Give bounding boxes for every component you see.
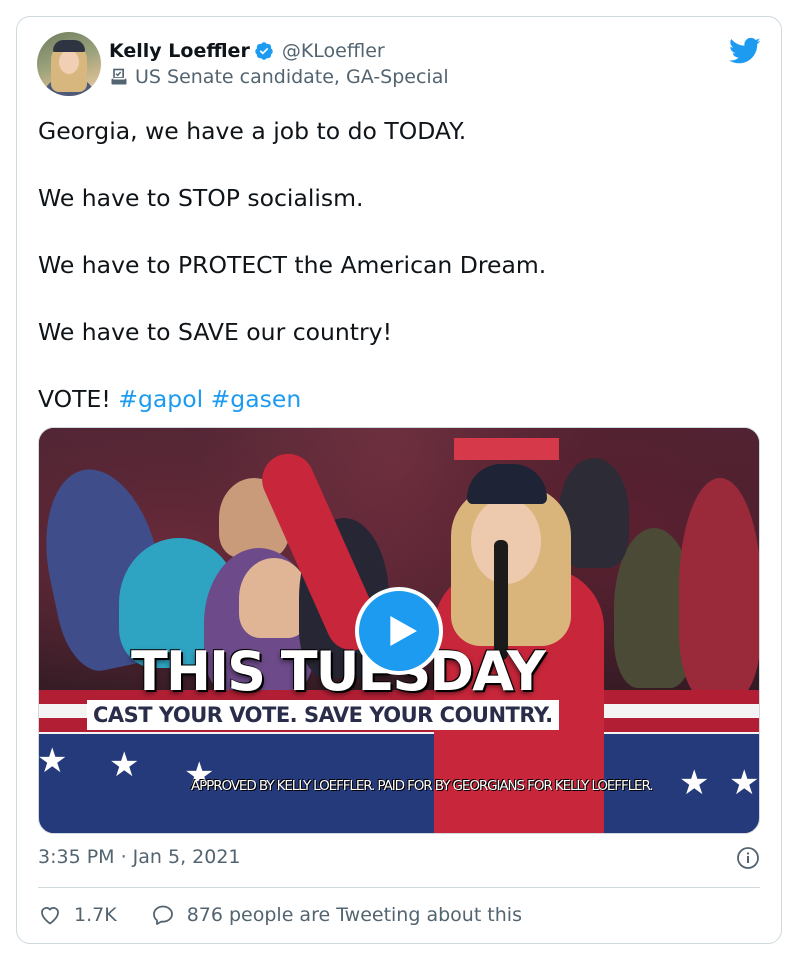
crowd-figure: [679, 478, 759, 698]
tweet-paragraph: We have to STOP socialism.: [38, 184, 364, 212]
video-overlay-subtitle: CAST YOUR VOTE. SAVE YOUR COUNTRY.: [87, 700, 559, 730]
author-label: US Senate candidate, GA-Special: [135, 66, 449, 88]
ballot-box-icon: [111, 68, 127, 85]
star-icon: ★: [679, 763, 710, 803]
heart-icon: [41, 907, 59, 925]
tweet-paragraph: Georgia, we have a job to do TODAY.: [38, 117, 467, 145]
star-icon: ★: [109, 745, 140, 785]
engagement-bar: 1.7K 876 people are Tweeting about this: [38, 902, 522, 928]
author-row: Kelly Loeffler @KLoeffler: [109, 39, 385, 63]
play-icon: [390, 616, 417, 646]
video-overlay-title: THIS TUESDAY: [131, 640, 546, 703]
vote-text: VOTE!: [38, 385, 111, 413]
like-button[interactable]: 1.7K: [38, 903, 117, 927]
speech-bubble-icon: [152, 905, 173, 925]
divider: [38, 887, 760, 888]
play-button[interactable]: [355, 587, 443, 675]
author-label-row: US Senate candidate, GA-Special: [109, 65, 449, 89]
hashtag-gapol[interactable]: #gapol: [118, 385, 203, 413]
tweet-paragraph-vote: VOTE! #gapol #gasen: [38, 383, 758, 417]
author-display-name[interactable]: Kelly Loeffler: [109, 40, 250, 62]
twitter-logo-icon[interactable]: [729, 37, 761, 65]
tweet-text: Georgia, we have a job to do TODAY. We h…: [38, 115, 758, 417]
tweet-card: Kelly Loeffler @KLoeffler US Senate cand…: [16, 16, 782, 944]
info-icon[interactable]: [736, 846, 760, 870]
author-handle[interactable]: @KLoeffler: [282, 40, 385, 62]
conversation-text: 876 people are Tweeting about this: [186, 904, 522, 926]
avatar[interactable]: [37, 32, 101, 96]
conversation-link[interactable]: 876 people are Tweeting about this: [151, 903, 522, 927]
star-icon: ★: [729, 763, 760, 803]
video-player[interactable]: ★ ★ ★ ★ ★ THIS TUESDAY CAST YOUR VOTE. S…: [38, 427, 760, 834]
like-count: 1.7K: [74, 904, 117, 926]
verified-badge-icon: [255, 42, 273, 60]
rally-sign: [454, 438, 559, 460]
tweet-paragraph: We have to SAVE our country!: [38, 318, 392, 346]
hashtag-gasen[interactable]: #gasen: [211, 385, 302, 413]
video-disclaimer: APPROVED BY KELLY LOEFFLER. PAID FOR BY …: [191, 778, 654, 794]
star-icon: ★: [38, 741, 68, 781]
tweet-paragraph: We have to PROTECT the American Dream.: [38, 251, 547, 279]
tweet-timestamp[interactable]: 3:35 PM · Jan 5, 2021: [38, 846, 241, 868]
